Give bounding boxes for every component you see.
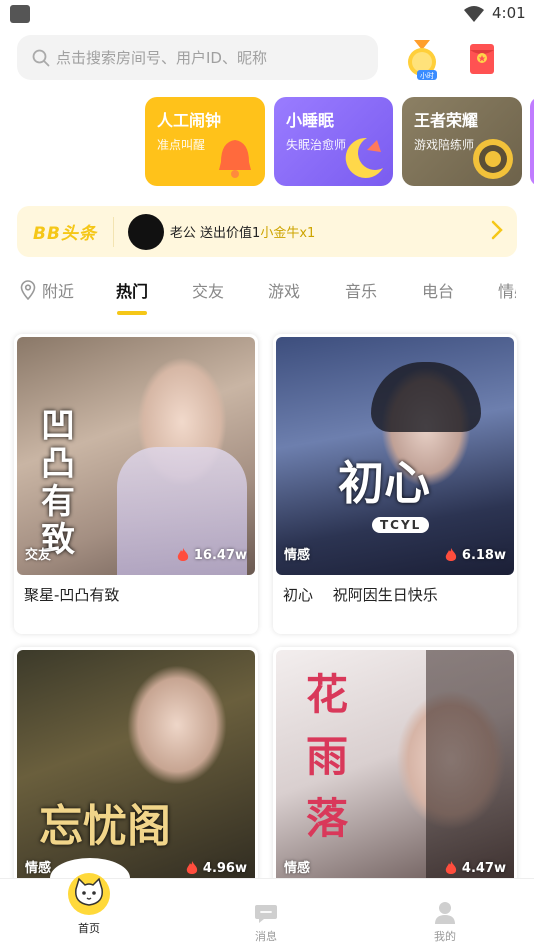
promo-title: 王者荣耀 xyxy=(414,111,479,130)
medal-label: 小时 xyxy=(420,71,434,80)
cover-overlay-text: 初心 xyxy=(338,456,430,510)
room-title: 初心 祝阿因生日快乐 xyxy=(283,586,438,604)
tab-hot[interactable]: 热门 xyxy=(116,278,148,302)
room-cover: 初心 TCYL 情感 6.18w xyxy=(276,337,514,575)
room-card[interactable]: 凹凸有致 交友 16.47w 聚星-凹凸有致 xyxy=(14,334,258,634)
room-title: 聚星-凹凸有致 xyxy=(24,586,120,604)
room-popularity: 6.18w xyxy=(444,547,506,563)
promo-alarm-card[interactable]: 人工闹钟 准点叫醒 xyxy=(145,97,265,186)
cover-overlay-text: 凹凸有致 xyxy=(41,406,75,560)
room-tag: 情感 xyxy=(25,861,52,876)
message-icon xyxy=(255,905,277,923)
nav-home-label: 首页 xyxy=(78,922,100,935)
room-cover: 忘忧阁 情感 4.96w xyxy=(17,650,255,888)
room-popularity: 16.47w xyxy=(176,547,247,563)
promo-title: 小睡眠 xyxy=(286,111,335,130)
flame-icon xyxy=(445,861,457,874)
chevron-right-icon[interactable] xyxy=(491,220,503,240)
person-icon xyxy=(435,902,455,924)
room-tag: 情感 xyxy=(284,548,311,563)
popularity-value: 6.18w xyxy=(461,547,506,563)
cover-overlay-text: 花雨落 xyxy=(306,670,349,843)
nav-messages[interactable]: 消息 xyxy=(246,903,286,944)
headline-message: 老公 送出价值1小金牛x1 xyxy=(170,222,315,241)
tab-nearby[interactable]: 附近 xyxy=(42,278,74,302)
cover-overlay-subtext: TCYL xyxy=(372,517,430,533)
nav-messages-label: 消息 xyxy=(255,930,277,943)
tab-radio[interactable]: 电台 xyxy=(422,278,454,302)
red-envelope-icon[interactable] xyxy=(462,38,502,82)
home-mascot-icon xyxy=(68,873,110,915)
nav-profile-label: 我的 xyxy=(434,930,456,943)
bb-headline-bar[interactable]: BB头条 老公 送出价值1小金牛x1 xyxy=(17,206,517,257)
headline-message-text: 老公 送出价值1 xyxy=(169,226,261,241)
search-input[interactable] xyxy=(56,48,356,67)
popularity-value: 4.47w xyxy=(461,860,506,876)
active-tab-indicator xyxy=(117,311,147,315)
popularity-value: 4.96w xyxy=(202,860,247,876)
game-emblem-icon xyxy=(473,139,513,179)
nav-home[interactable]: 首页 xyxy=(64,871,114,936)
location-pin-icon xyxy=(20,280,36,300)
cover-figure xyxy=(127,665,227,785)
tab-friends[interactable]: 交友 xyxy=(192,278,224,302)
search-bar[interactable] xyxy=(17,35,378,80)
room-cover: 花雨落 情感 4.47w xyxy=(276,650,514,888)
status-bar: 4:01 xyxy=(0,0,534,30)
hourly-rank-medal-icon[interactable]: 小时 xyxy=(402,38,442,82)
promo-sleep-card[interactable]: 小睡眠 失眠治愈师 xyxy=(274,97,393,186)
promo-honor-of-kings-card[interactable]: 王者荣耀 游戏陪练师 xyxy=(402,97,522,186)
room-card[interactable]: 初心 TCYL 情感 6.18w 初心 祝阿因生日快乐 xyxy=(273,334,517,634)
tab-music[interactable]: 音乐 xyxy=(345,278,377,302)
bb-headline-logo: BB头条 xyxy=(33,224,97,244)
room-cover: 凹凸有致 交友 16.47w xyxy=(17,337,255,575)
flame-icon xyxy=(445,548,457,561)
tab-games[interactable]: 游戏 xyxy=(268,278,300,302)
room-popularity: 4.96w xyxy=(185,860,247,876)
cover-figure-hair xyxy=(426,650,514,888)
nav-profile[interactable]: 我的 xyxy=(425,901,465,944)
bottom-nav: 首页 消息 我的 xyxy=(0,873,534,949)
alarm-bell-icon xyxy=(219,140,251,178)
moon-icon xyxy=(345,137,383,178)
divider xyxy=(112,216,114,247)
cover-overlay-text: 忘忧阁 xyxy=(39,801,171,852)
room-tag: 交友 xyxy=(25,548,52,563)
promo-title: 人工闹钟 xyxy=(157,111,222,130)
flame-icon xyxy=(186,861,198,874)
flame-icon xyxy=(177,548,189,561)
headline-gift: 小金牛x1 xyxy=(260,226,316,241)
notification-icon xyxy=(10,5,30,23)
search-icon xyxy=(32,49,50,66)
tab-emotion[interactable]: 情感 xyxy=(498,278,516,302)
room-popularity: 4.47w xyxy=(444,860,506,876)
app-screen: 4:01 小时 人工闹钟 准点叫醒 小睡眠 失眠治愈师 xyxy=(0,0,534,949)
room-tag: 情感 xyxy=(284,861,311,876)
category-tabs: 附近 热门 交友 游戏 音乐 电台 情感 xyxy=(0,278,534,318)
avatar[interactable] xyxy=(127,213,164,250)
wifi-icon xyxy=(464,6,484,22)
popularity-value: 16.47w xyxy=(193,547,247,563)
promo-next-card[interactable] xyxy=(530,97,534,186)
status-time: 4:01 xyxy=(492,4,526,22)
